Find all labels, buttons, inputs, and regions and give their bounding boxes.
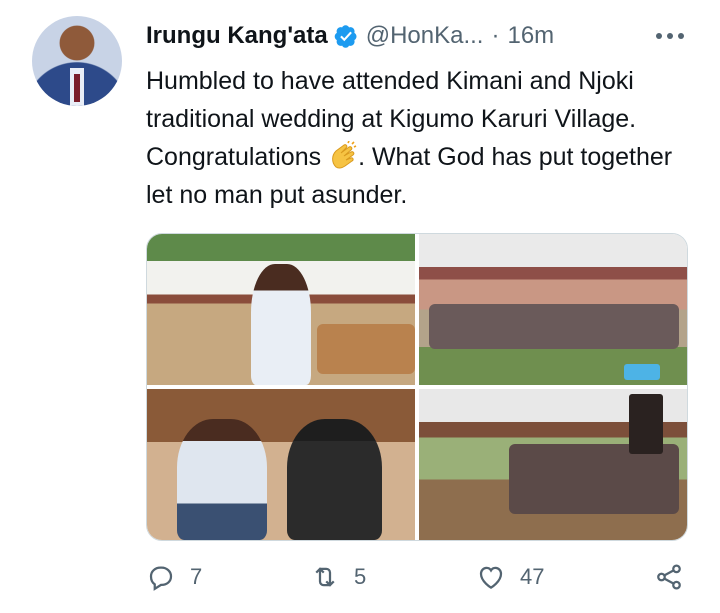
share-icon bbox=[657, 564, 681, 590]
photo-4[interactable] bbox=[419, 389, 687, 540]
more-options-button[interactable] bbox=[653, 22, 687, 50]
seated-man-floral bbox=[177, 419, 267, 540]
verified-badge-icon bbox=[334, 24, 358, 48]
avatar-tie bbox=[74, 74, 80, 102]
tweet-header: Irungu Kang'ata @HonKa... · 16m bbox=[146, 22, 554, 50]
reply-button[interactable]: 7 bbox=[146, 562, 202, 592]
retweet-count: 5 bbox=[354, 564, 367, 589]
guest-row bbox=[429, 304, 679, 349]
more-dots-icon bbox=[656, 33, 684, 39]
guest-group bbox=[317, 324, 415, 374]
author-name[interactable]: Irungu Kang'ata bbox=[146, 22, 328, 50]
retweet-icon bbox=[315, 567, 335, 587]
tweet-timestamp[interactable]: 16m bbox=[507, 22, 554, 50]
photo-3[interactable] bbox=[147, 389, 415, 540]
reply-icon bbox=[149, 566, 173, 591]
clapping-hands-icon bbox=[328, 140, 358, 171]
author-handle[interactable]: @HonKa... bbox=[366, 22, 484, 50]
author-avatar[interactable] bbox=[32, 16, 122, 106]
crowd-group bbox=[509, 444, 679, 514]
photo-2[interactable] bbox=[419, 234, 687, 385]
media-grid bbox=[146, 233, 688, 541]
like-count: 47 bbox=[520, 564, 545, 589]
speaker-person bbox=[251, 264, 311, 385]
decor-banner bbox=[629, 394, 663, 454]
photo-1[interactable] bbox=[147, 234, 415, 385]
heart-icon bbox=[479, 566, 503, 589]
reply-count: 7 bbox=[190, 564, 203, 589]
share-button[interactable] bbox=[654, 562, 684, 592]
like-button[interactable]: 47 bbox=[476, 562, 544, 592]
seated-man-patterned bbox=[287, 419, 382, 540]
tweet-text: Humbled to have attended Kimani and Njok… bbox=[146, 62, 686, 214]
tweet-actions: 7 5 47 bbox=[146, 562, 686, 602]
retweet-button[interactable]: 5 bbox=[310, 562, 366, 592]
blue-basin bbox=[624, 364, 660, 380]
separator-dot: · bbox=[491, 22, 500, 49]
